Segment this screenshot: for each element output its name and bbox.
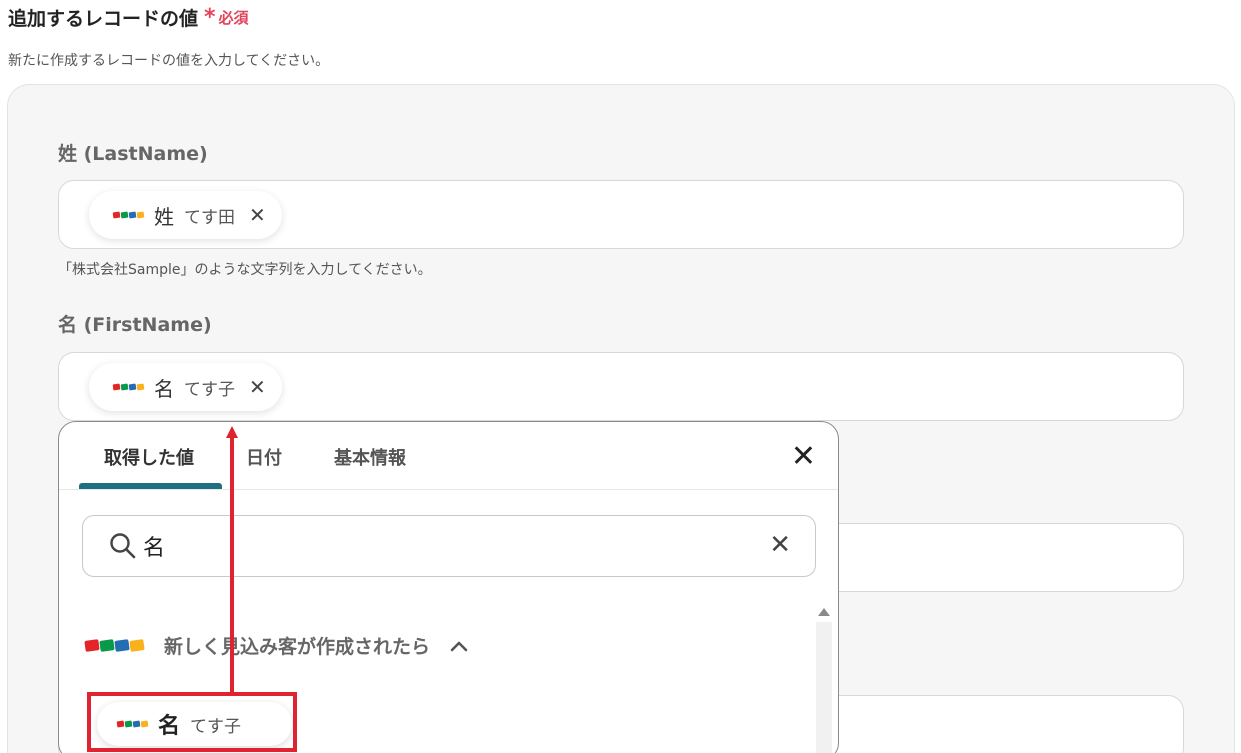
firstname-label: 名 (FirstName)	[58, 314, 212, 336]
clear-search-icon[interactable]: ✕	[769, 530, 791, 560]
section-title: 追加するレコードの値 * 必須	[8, 4, 249, 30]
tab-basic-info[interactable]: 基本情報	[334, 444, 406, 470]
zoho-logo-icon	[84, 639, 145, 652]
tab-acquired-values[interactable]: 取得した値	[104, 444, 194, 470]
search-value[interactable]: 名	[143, 530, 165, 562]
search-input[interactable]: 名 ✕	[82, 515, 816, 577]
firstname-input[interactable]: 名 てす子 ✕	[58, 352, 1184, 421]
chip-field-name: 姓	[154, 204, 174, 229]
chevron-up-icon[interactable]	[450, 640, 468, 652]
lastname-input[interactable]: 姓 てす田 ✕	[58, 180, 1184, 249]
tab-divider	[59, 489, 838, 490]
trigger-group-header[interactable]: 新しく見込み客が作成されたら	[84, 632, 468, 659]
zoho-logo-icon	[112, 383, 145, 391]
close-icon[interactable]: ✕	[249, 375, 266, 399]
search-icon	[110, 533, 136, 559]
close-icon[interactable]: ✕	[249, 203, 266, 227]
lastname-hint: 「株式会社Sample」のような文字列を入力してください。	[58, 262, 432, 278]
tab-date[interactable]: 日付	[246, 444, 282, 470]
required-star-icon: *	[204, 4, 216, 30]
annotation-highlight-box	[87, 692, 297, 752]
lastname-value-chip[interactable]: 姓 てす田 ✕	[89, 191, 282, 239]
scrollbar[interactable]	[816, 622, 832, 753]
group-title: 新しく見込み客が作成されたら	[164, 636, 431, 658]
picker-tabs: 取得した値 日付 基本情報	[79, 444, 406, 470]
close-icon[interactable]: ✕	[791, 442, 816, 472]
firstname-value-chip[interactable]: 名 てす子 ✕	[89, 363, 282, 411]
chip-field-value: てす子	[184, 379, 235, 400]
annotation-arrow-line	[230, 436, 234, 693]
annotation-arrow-head-icon	[226, 426, 238, 438]
scroll-up-icon[interactable]	[818, 608, 830, 616]
lastname-label: 姓 (LastName)	[58, 143, 208, 165]
required-badge: * 必須	[204, 4, 249, 30]
chip-field-name: 名	[154, 376, 174, 401]
section-description: 新たに作成するレコードの値を入力してください。	[8, 53, 330, 69]
zoho-logo-icon	[112, 211, 145, 219]
chip-field-value: てす田	[184, 207, 235, 228]
